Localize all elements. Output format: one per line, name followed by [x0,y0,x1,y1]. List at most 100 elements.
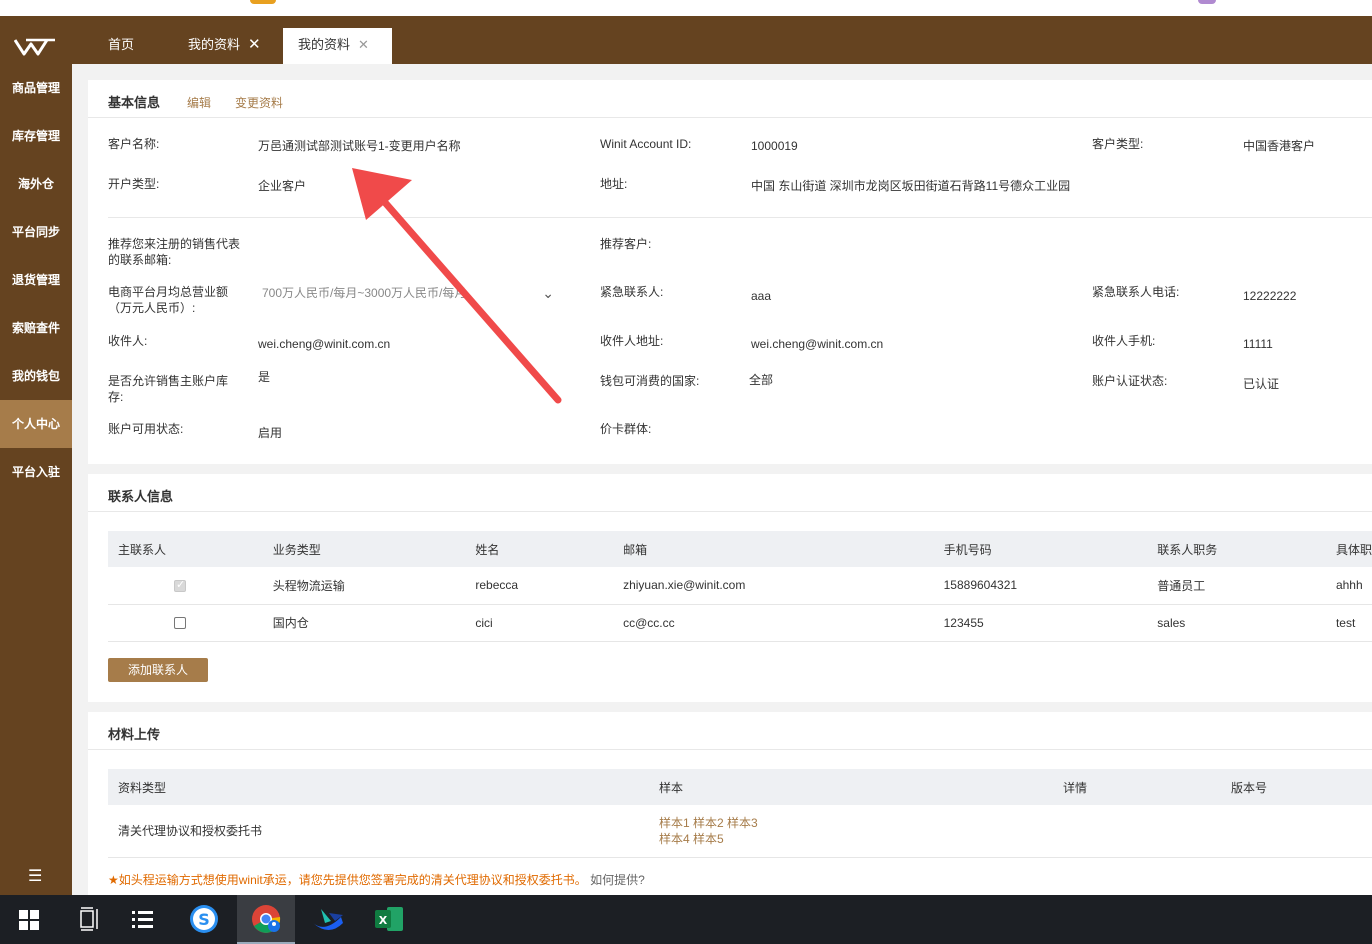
tab-my-profile-active[interactable]: 我的资料 ✕ [283,28,392,64]
app-header: 首页 我的资料 ✕ 我的资料 ✕ [0,16,1372,64]
price-group-label: 价卡群体: [600,422,652,436]
name-cell: cici [465,604,614,642]
col-header: 版本号 [1221,769,1372,805]
emergency-phone-value: 12222222 [1243,289,1297,303]
col-header: 资料类型 [108,769,649,805]
recipient-mobile-label: 收件人手机: [1092,334,1156,348]
account-id-label: Winit Account ID: [600,137,692,151]
col-header: 样本 [649,769,1053,805]
allow-sales-value: 是 [258,370,271,384]
notice-message: ★如头程运输方式想使用winit承运，请您先提供您签署完成的清关代理协议和授权委… [108,873,587,887]
feishu-icon[interactable] [299,895,357,944]
close-icon[interactable]: ✕ [358,37,369,52]
chevron-down-icon: ⌄ [542,285,554,301]
table-row: 头程物流运输 rebecca zhiyuan.xie@winit.com 158… [108,567,1372,605]
address-label: 地址: [600,177,628,191]
how-to-provide-link[interactable]: 如何提供? [590,873,645,887]
sidebar-item-platform-sync[interactable]: 平台同步 [0,208,72,256]
biz-cell: 国内仓 [262,604,466,642]
window-top-strip [0,0,1372,16]
windows-start-icon[interactable] [0,895,58,944]
col-header: 详情 [1053,769,1221,805]
primary-checkbox[interactable] [174,578,186,593]
materials-table: 资料类型 样本 详情 版本号 清关代理协议和授权委托书 样本1 样本2 样本3 … [108,769,1372,858]
email-cell: zhiyuan.xie@winit.com [613,567,934,605]
change-profile-link[interactable]: 变更资料 [235,94,283,111]
sidebar-item-returns[interactable]: 退货管理 [0,256,72,304]
col-header: 联系人职务 [1147,531,1326,567]
notice-text: ★如头程运输方式想使用winit承运，请您先提供您签署完成的清关代理协议和授权委… [108,871,645,888]
sidebar-item-wallet[interactable]: 我的钱包 [0,352,72,400]
material-type-cell: 清关代理协议和授权委托书 [108,805,649,858]
recipient-address-label: 收件人地址: [600,334,664,348]
edit-link[interactable]: 编辑 [187,94,211,111]
revenue-select[interactable]: 700万人民币/每月~3000万人民币/每月 ⌄ [256,281,556,305]
col-header: 姓名 [465,531,614,567]
table-row: 清关代理协议和授权委托书 样本1 样本2 样本3 样本4 样本5 [108,805,1372,858]
biz-cell: 头程物流运输 [262,567,466,605]
divider [108,217,1372,218]
role-cell: 普通员工 [1147,567,1326,605]
task-view-icon[interactable] [61,895,119,944]
contacts-table: 主联系人 业务类型 姓名 邮箱 手机号码 联系人职务 具体职 头程物流运输 re… [108,531,1372,642]
sample-links[interactable]: 样本4 样本5 [659,831,1053,847]
chrome-icon[interactable] [237,895,295,944]
top-tab-indicator [1198,0,1216,4]
auth-status-label: 账户认证状态: [1092,374,1168,388]
svg-text:S: S [198,910,210,929]
available-label: 账户可用状态: [108,422,184,436]
close-icon[interactable]: ✕ [248,36,261,53]
referrer-label: 推荐客户: [600,237,652,251]
phone-cell: 15889604321 [933,567,1148,605]
collapse-menu-icon[interactable]: ☰ [28,866,42,886]
account-type-value: 企业客户 [258,179,307,193]
tab-label: 我的资料 [188,37,241,52]
account-id-value: 1000019 [751,139,798,153]
role-cell: sales [1147,604,1326,642]
winit-logo[interactable] [14,36,56,58]
customer-type-label: 客户类型: [1092,137,1144,151]
primary-checkbox[interactable] [174,617,186,630]
col-header: 业务类型 [262,531,466,567]
email-cell: cc@cc.cc [613,604,934,642]
tab-my-profile[interactable]: 我的资料 ✕ [188,28,261,64]
detail-cell: test [1325,604,1372,642]
revenue-select-value: 700万人民币/每月~3000万人民币/每月 [262,286,467,300]
emergency-contact-value: aaa [751,289,772,303]
basic-info-panel: 基本信息 编辑 变更资料 客户名称: 万邑通测试部测试账号1-变更用户名称 Wi… [88,80,1372,464]
allow-sales-label: 是否允许销售主账户库存: [108,374,229,404]
recipient-value: wei.cheng@winit.com.cn [258,337,391,351]
divider [88,749,1372,750]
emergency-phone-label: 紧急联系人电话: [1092,285,1180,299]
add-contact-button[interactable]: 添加联系人 [108,658,208,682]
sidebar-item-platform-onboarding[interactable]: 平台入驻 [0,448,72,496]
excel-icon[interactable]: X [361,895,419,944]
recipient-address-value: wei.cheng@winit.com.cn [751,337,884,351]
name-cell: rebecca [465,567,614,605]
address-value: 中国 东山街道 深圳市龙岗区坂田街道石背路11号德众工业园 [751,179,1071,193]
col-header: 邮箱 [613,531,934,567]
emergency-contact-label: 紧急联系人: [600,285,664,299]
primary-cell [108,567,263,605]
customer-name-value: 万邑通测试部测试账号1-变更用户名称 [258,139,461,153]
tab-home[interactable]: 首页 [108,28,134,64]
sidebar: 商品管理 库存管理 海外仓 平台同步 退货管理 索赔查件 我的钱包 个人中心 平… [0,64,72,895]
main-content: 基本信息 编辑 变更资料 客户名称: 万邑通测试部测试账号1-变更用户名称 Wi… [72,64,1372,895]
account-type-label: 开户类型: [108,177,160,191]
samples-cell: 样本1 样本2 样本3 样本4 样本5 [649,805,1053,858]
sales-email-label: 推荐您来注册的销售代表的联系邮箱: [108,237,241,267]
primary-cell [108,604,263,642]
sidebar-item-overseas-warehouse[interactable]: 海外仓 [0,160,72,208]
sogou-icon[interactable]: S [175,895,233,944]
sidebar-item-products[interactable]: 商品管理 [0,64,72,112]
divider [88,511,1372,512]
auth-status-value: 已认证 [1243,377,1280,391]
svg-text:X: X [379,914,388,927]
detail-cell [1053,805,1221,858]
list-app-icon[interactable] [113,895,171,944]
section-title: 联系人信息 [108,489,174,504]
sample-links[interactable]: 样本1 样本2 样本3 [659,815,1053,831]
sidebar-item-claims[interactable]: 索赔查件 [0,304,72,352]
sidebar-item-inventory[interactable]: 库存管理 [0,112,72,160]
sidebar-item-personal-center[interactable]: 个人中心 [0,400,72,448]
